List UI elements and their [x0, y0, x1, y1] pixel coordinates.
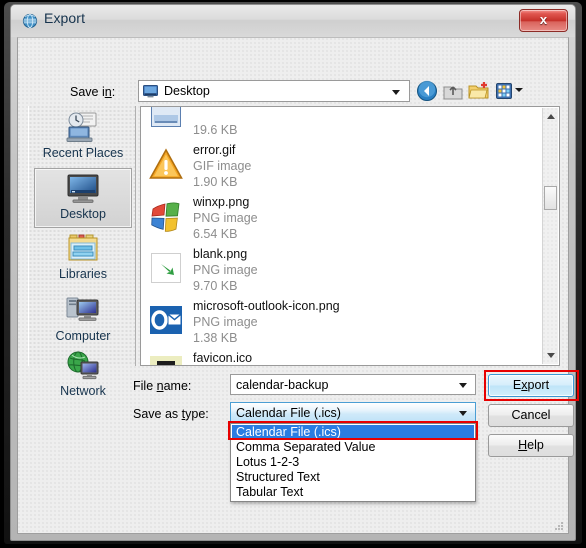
globe-icon — [22, 13, 38, 29]
recent-places-icon — [65, 111, 101, 144]
image-thumbnail-icon — [149, 107, 183, 129]
chevron-down-icon[interactable] — [459, 383, 467, 388]
save-in-combobox[interactable]: Desktop — [138, 80, 410, 102]
sidebar-item-label: Libraries — [59, 267, 107, 281]
save-in-value: Desktop — [164, 84, 210, 98]
file-size: 1.90 KB — [193, 175, 238, 189]
file-name: favicon.ico — [193, 351, 253, 365]
file-type: PNG image — [193, 263, 258, 277]
triangle-up-icon — [546, 114, 555, 119]
scroll-down-button[interactable] — [543, 347, 558, 364]
list-item[interactable]: 19.6 KB — [141, 107, 545, 141]
outlook-icon — [149, 303, 183, 337]
file-name: microsoft-outlook-icon.png — [193, 299, 340, 313]
save-as-type-dropdown-list[interactable]: Calendar File (.ics) Comma Separated Val… — [230, 423, 476, 502]
file-list-scrollbar[interactable] — [542, 108, 558, 364]
desktop-monitor-icon — [143, 85, 158, 98]
back-button[interactable] — [415, 79, 439, 103]
file-size: 1.38 KB — [193, 331, 238, 345]
file-name-input[interactable]: calendar-backup — [230, 374, 476, 395]
desktop-monitor-icon — [65, 172, 101, 205]
resize-grip[interactable] — [552, 518, 564, 530]
dropdown-option[interactable]: Calendar File (.ics) — [232, 425, 474, 440]
sidebar-item-label: Desktop — [60, 207, 106, 221]
file-size: 6.54 KB — [193, 227, 238, 241]
list-item[interactable]: winxp.png PNG image 6.54 KB — [141, 193, 545, 245]
green-arrow-icon — [149, 251, 183, 285]
save-in-label: Save in: — [70, 85, 116, 99]
up-folder-icon[interactable] — [441, 79, 465, 103]
scroll-up-button[interactable] — [543, 108, 558, 125]
dropdown-option[interactable]: Tabular Text — [232, 485, 474, 500]
sidebar-item-desktop[interactable]: Desktop — [34, 168, 132, 228]
file-name: error.gif — [193, 143, 236, 157]
warning-triangle-icon — [149, 147, 183, 181]
file-type: PNG image — [193, 211, 258, 225]
dropdown-option[interactable]: Comma Separated Value — [232, 440, 474, 455]
save-as-type-value: Calendar File (.ics) — [236, 406, 341, 420]
file-name-value: calendar-backup — [236, 378, 329, 392]
list-item[interactable]: microsoft-outlook-icon.png PNG image 1.3… — [141, 297, 545, 349]
views-chevron-down-icon[interactable] — [515, 88, 523, 92]
file-size: 19.6 KB — [193, 123, 238, 137]
export-dialog-window: Export x Save in: Desktop Recent Places … — [10, 4, 579, 541]
dialog-body: Save in: Desktop Recent Places Desktop L… — [17, 37, 579, 534]
file-name: winxp.png — [193, 195, 250, 209]
new-folder-icon[interactable] — [467, 79, 491, 103]
scrollbar-thumb[interactable] — [544, 186, 557, 210]
sidebar-item-label: Computer — [55, 329, 111, 343]
places-bar: Recent Places Desktop Libraries Computer… — [28, 106, 136, 398]
save-as-type-label: Save as type: — [133, 407, 209, 421]
sidebar-item-label: Recent Places — [42, 146, 124, 160]
favicon-f-icon — [149, 355, 183, 365]
file-name-label: File name: — [133, 379, 192, 393]
help-button[interactable]: Help — [488, 434, 574, 457]
sidebar-item-label: Network — [60, 384, 106, 398]
file-list-items: 19.6 KB error.gif GIF image 1.90 KB winx… — [141, 107, 545, 365]
save-as-type-combobox[interactable]: Calendar File (.ics) — [230, 402, 476, 423]
sidebar-item-recent-places[interactable]: Recent Places — [34, 108, 132, 168]
computer-icon — [65, 294, 101, 327]
chevron-down-icon — [392, 90, 400, 95]
libraries-folder-icon — [65, 232, 101, 265]
export-button[interactable]: Export — [488, 374, 574, 397]
sidebar-item-libraries[interactable]: Libraries — [34, 229, 132, 289]
file-name: blank.png — [193, 247, 248, 261]
file-type: GIF image — [193, 159, 252, 173]
chevron-down-icon[interactable] — [459, 411, 467, 416]
dropdown-option[interactable]: Structured Text — [232, 470, 474, 485]
title-bar[interactable]: Export x — [11, 5, 575, 37]
list-item[interactable]: error.gif GIF image 1.90 KB — [141, 141, 545, 193]
list-item[interactable]: blank.png PNG image 9.70 KB — [141, 245, 545, 297]
sidebar-item-computer[interactable]: Computer — [34, 291, 132, 351]
dropdown-option[interactable]: Lotus 1-2-3 — [232, 455, 474, 470]
desktop-background: Export x Save in: Desktop Recent Places … — [0, 0, 586, 548]
file-list[interactable]: 19.6 KB error.gif GIF image 1.90 KB winx… — [140, 106, 560, 366]
window-title: Export — [44, 10, 86, 26]
list-item[interactable]: favicon.ico Icon — [141, 349, 545, 365]
file-size: 9.70 KB — [193, 279, 238, 293]
triangle-down-icon — [546, 353, 555, 358]
file-type: PNG image — [193, 315, 258, 329]
close-button[interactable]: x — [519, 9, 568, 32]
network-globe-icon — [65, 349, 101, 382]
windows-logo-icon — [149, 199, 183, 233]
views-grid-icon[interactable] — [493, 79, 517, 103]
cancel-button[interactable]: Cancel — [488, 404, 574, 427]
sidebar-item-network[interactable]: Network — [34, 346, 132, 406]
